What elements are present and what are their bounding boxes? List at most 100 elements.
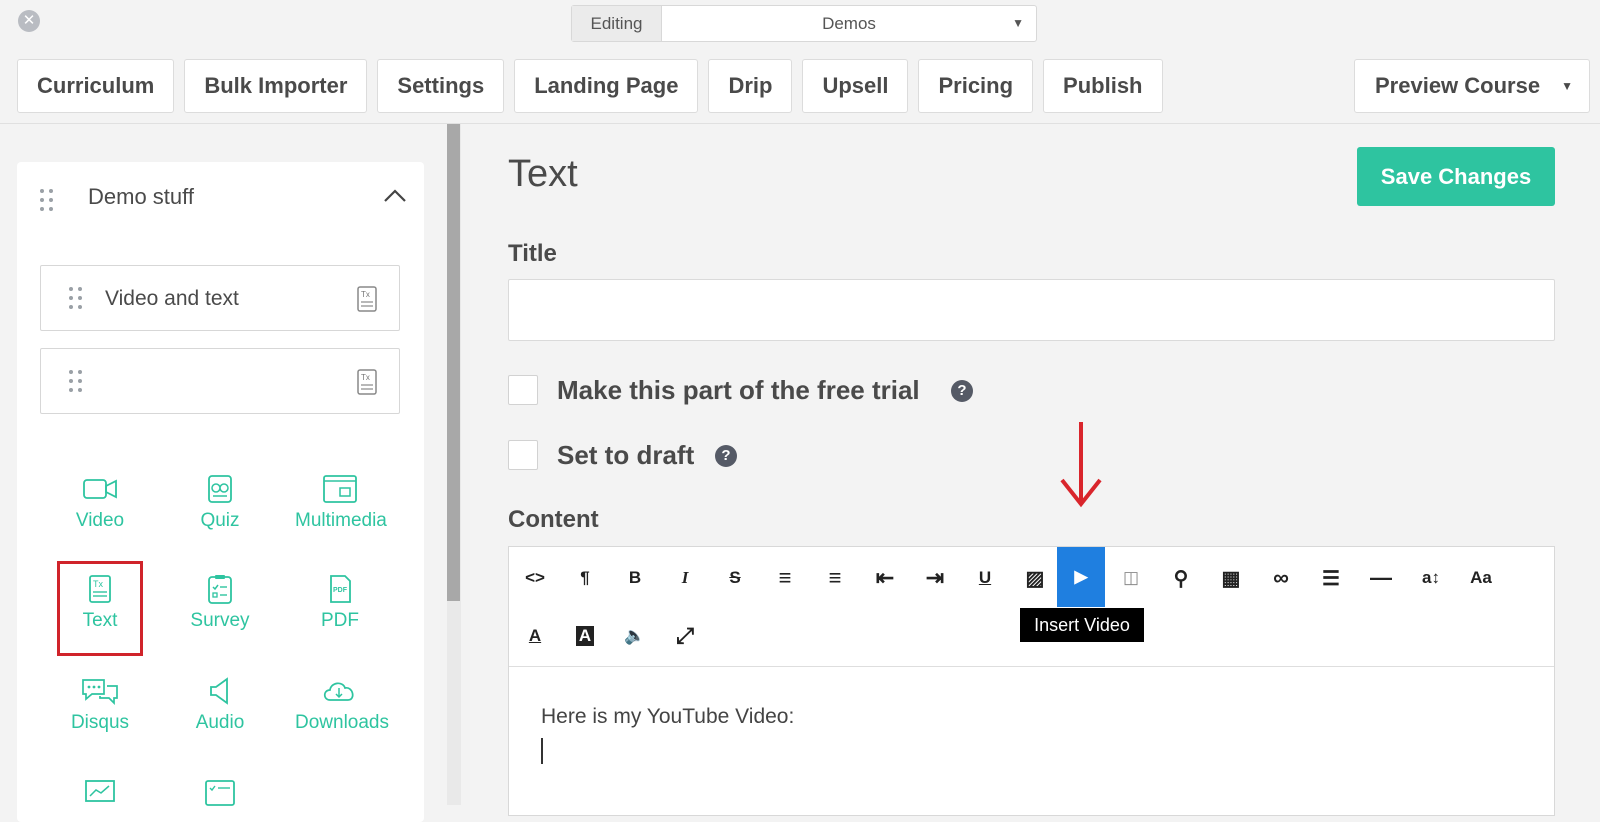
help-icon[interactable]: ? (715, 445, 737, 467)
page-title: Text (508, 153, 578, 195)
bold-icon[interactable]: B (611, 549, 659, 607)
add-pdf-lesson[interactable]: PDF PDF (295, 574, 385, 632)
video-camera-icon (83, 479, 117, 499)
insert-video-icon[interactable]: ▶ (1057, 547, 1105, 607)
preview-course-label: Preview Course (1375, 73, 1541, 98)
fullscreen-icon[interactable]: ⤢ (661, 607, 709, 665)
attachment-icon[interactable]: ⚲ (1157, 549, 1205, 607)
add-presentation-lesson[interactable] (55, 778, 145, 814)
paragraph-icon[interactable]: ¶ (561, 549, 609, 607)
tab-pricing[interactable]: Pricing (918, 59, 1034, 113)
tab-publish[interactable]: Publish (1043, 59, 1163, 113)
outdent-icon[interactable]: ⇤ (861, 549, 909, 607)
font-family-icon[interactable]: Aa (1457, 549, 1505, 607)
add-audio-lesson[interactable]: Audio (175, 676, 265, 734)
ordered-list-icon[interactable]: ≡ (811, 549, 859, 607)
course-tabs: Curriculum Bulk Importer Settings Landin… (17, 59, 1163, 113)
underline-icon[interactable]: U (961, 549, 1009, 607)
course-select-value: Demos (822, 14, 876, 33)
add-checklist-lesson[interactable] (175, 778, 265, 814)
type-label: Disqus (70, 712, 130, 733)
link-icon[interactable]: ∞ (1257, 549, 1305, 607)
tab-settings[interactable]: Settings (377, 59, 505, 113)
text-color-icon[interactable]: A (511, 607, 559, 665)
draft-label: Set to draft (557, 440, 695, 470)
highlight-box (57, 561, 143, 656)
audio-icon[interactable]: 🔈 (611, 607, 659, 665)
table-icon[interactable]: ▦ (1207, 549, 1255, 607)
content-label: Content (508, 506, 599, 533)
tab-curriculum[interactable]: Curriculum (17, 59, 175, 113)
course-selector[interactable]: Editing Demos ▼ (571, 5, 1037, 42)
chevron-down-icon: ▼ (1012, 16, 1024, 30)
svg-text:PDF: PDF (333, 587, 348, 594)
align-icon[interactable]: ☰ (1307, 549, 1355, 607)
editing-label: Editing (572, 6, 662, 41)
insert-image-icon[interactable]: ▨ (1011, 549, 1059, 607)
checklist-icon (205, 780, 235, 806)
section-title[interactable]: Demo stuff (88, 184, 194, 210)
type-label: Video (75, 510, 125, 531)
type-label: Audio (195, 712, 245, 733)
draft-checkbox[interactable] (508, 440, 538, 470)
preview-course-button[interactable]: Preview Course ▼ (1354, 59, 1590, 113)
unordered-list-icon[interactable]: ≡ (761, 549, 809, 607)
tab-landing-page[interactable]: Landing Page (514, 59, 699, 113)
type-label: Quiz (200, 510, 240, 531)
horizontal-rule-icon[interactable]: — (1357, 549, 1405, 607)
drag-handle-icon[interactable] (40, 189, 53, 211)
help-icon[interactable]: ? (951, 380, 973, 402)
background-color-glyph: A (575, 626, 595, 646)
lesson-label: Video and text (105, 287, 239, 310)
course-select[interactable]: Demos ▼ (662, 6, 1036, 41)
editor-content[interactable]: Here is my YouTube Video: (541, 705, 794, 729)
presentation-chart-icon (85, 780, 115, 802)
rich-text-editor: <> ¶ B I S ≡ ≡ ⇤ ⇥ U ▨ ▶ ◫ ⚲ ▦ ∞ ☰ — a↕ … (508, 546, 1555, 816)
type-label: Multimedia (295, 510, 387, 531)
text-cursor (541, 738, 543, 764)
chevron-down-icon: ▼ (1561, 79, 1573, 93)
drag-handle-icon[interactable] (69, 287, 82, 309)
title-input[interactable] (508, 279, 1555, 341)
pdf-icon: PDF (330, 575, 351, 603)
type-label: Downloads (295, 712, 389, 733)
quiz-icon (208, 475, 232, 503)
tab-drip[interactable]: Drip (708, 59, 793, 113)
tab-bulk-importer[interactable]: Bulk Importer (184, 59, 368, 113)
sidebar-scrollbar-thumb[interactable] (447, 124, 460, 601)
text-lesson-icon: Tx (357, 286, 377, 312)
close-icon[interactable]: ✕ (18, 10, 40, 32)
lesson-item-video-and-text[interactable]: Video and text Tx (40, 265, 400, 331)
font-size-icon[interactable]: a↕ (1407, 549, 1455, 607)
add-multimedia-lesson[interactable]: Multimedia (295, 474, 387, 532)
video-camera-icon[interactable]: ◫ (1107, 549, 1155, 607)
save-changes-button[interactable]: Save Changes (1357, 147, 1555, 206)
strikethrough-icon[interactable]: S (711, 549, 759, 607)
tooltip: Insert Video (1020, 608, 1144, 642)
red-arrow-annotation (1060, 422, 1102, 508)
svg-text:Tx: Tx (361, 290, 370, 299)
add-video-lesson[interactable]: Video (55, 474, 145, 532)
add-downloads-lesson[interactable]: Downloads (295, 676, 389, 734)
lesson-item-untitled[interactable]: Tx (40, 348, 400, 414)
tab-upsell[interactable]: Upsell (802, 59, 909, 113)
chat-bubbles-icon (82, 679, 118, 706)
italic-icon[interactable]: I (661, 549, 709, 607)
survey-clipboard-icon (208, 575, 232, 604)
indent-icon[interactable]: ⇥ (911, 549, 959, 607)
add-survey-lesson[interactable]: Survey (175, 574, 265, 632)
editor-toolbar: <> ¶ B I S ≡ ≡ ⇤ ⇥ U ▨ ▶ ◫ ⚲ ▦ ∞ ☰ — a↕ … (509, 547, 1554, 667)
free-trial-label: Make this part of the free trial (557, 375, 920, 405)
chevron-up-icon[interactable] (382, 186, 408, 206)
add-quiz-lesson[interactable]: Quiz (175, 474, 265, 532)
background-color-icon[interactable]: A (561, 607, 609, 665)
free-trial-checkbox[interactable] (508, 375, 538, 405)
type-label: Survey (190, 610, 250, 631)
html-code-icon[interactable]: <> (511, 549, 559, 607)
drag-handle-icon[interactable] (69, 370, 82, 392)
add-disqus-lesson[interactable]: Disqus (55, 676, 145, 734)
text-lesson-icon: Tx (357, 369, 377, 395)
multimedia-icon (323, 475, 357, 503)
cloud-download-icon (323, 682, 354, 701)
svg-text:Tx: Tx (361, 373, 370, 382)
